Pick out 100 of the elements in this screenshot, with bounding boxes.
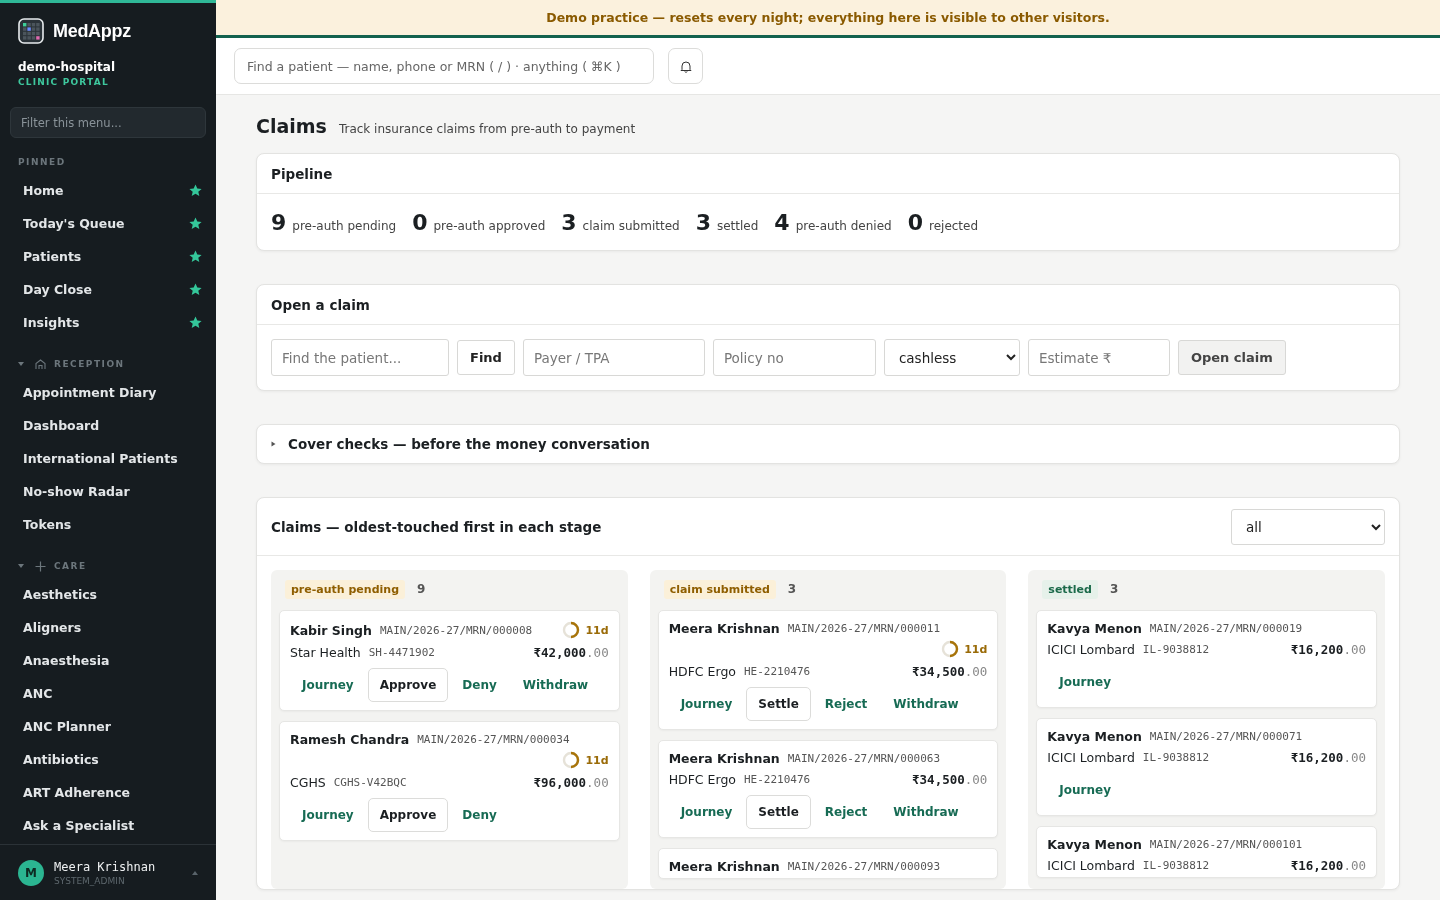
patient-name: Meera Krishnan [668, 859, 780, 874]
nav-item[interactable]: ANC Planner [10, 710, 208, 743]
nav-item[interactable]: Antibiotics [10, 743, 208, 776]
action-link[interactable]: Deny [450, 668, 509, 702]
search-field[interactable]: Find a patient — name, phone or MRN ( / ) · anything ( ⌘K ) [234, 48, 654, 84]
amount-decimals: .00 [1343, 642, 1366, 657]
amount-decimals: .00 [586, 645, 609, 660]
page-subtitle: Track insurance claims from pre-auth to payment [338, 122, 636, 136]
action-link[interactable]: Withdraw [881, 687, 971, 721]
open-claim-button[interactable]: Open claim [1177, 340, 1286, 375]
payer-name: HDFC Ergo [668, 664, 736, 679]
payer-name: ICICI Lombard [1047, 750, 1135, 765]
notifications-button[interactable] [668, 48, 703, 84]
stat-count: 0 [412, 210, 428, 235]
patient-name: Meera Krishnan [668, 751, 780, 766]
nav-item[interactable]: Today's Queue [10, 207, 208, 240]
nav-item[interactable]: Ask a Specialist [10, 809, 208, 842]
age-label: 11d [964, 642, 988, 656]
policy-field[interactable]: Policy no [712, 339, 876, 376]
stat-count: 4 [774, 210, 790, 235]
stage-filter-select[interactable]: all [1231, 508, 1385, 545]
cover-checks-panel[interactable]: Cover checks — before the money conversation [256, 424, 1400, 464]
filter-field[interactable]: Filter this menu... [10, 107, 206, 138]
action-button[interactable]: Approve [367, 798, 449, 832]
payer-field[interactable]: Payer / TPA [522, 339, 705, 376]
nav-item[interactable]: Aesthetics [10, 578, 208, 611]
nav-item[interactable]: No-show Radar [10, 475, 208, 508]
payer-name: Star Health [290, 645, 361, 660]
policy-number: CGHS-V42BQC [333, 776, 407, 789]
stage-count: 3 [787, 582, 797, 596]
mrn-number: MAIN/2026-27/MRN/000008 [379, 623, 533, 637]
claim-amount: ₹42,000 [533, 645, 587, 660]
action-button[interactable]: Settle [746, 687, 811, 721]
nav-item[interactable]: Anaesthesia [10, 644, 208, 677]
nav-item[interactable]: Aligners [10, 611, 208, 644]
demo-banner: Demo practice — resets every night; everything here is visible to other visitors. [216, 0, 1440, 38]
nav-item[interactable]: Tokens [10, 508, 208, 541]
nav-item[interactable]: Appointment Diary [10, 376, 208, 409]
panel-title: Claims — oldest-touched first in each stage [271, 518, 602, 535]
action-link[interactable]: Withdraw [881, 795, 971, 829]
aging-ring-icon [562, 621, 581, 639]
mode-select[interactable]: cashless [883, 339, 1020, 376]
action-button[interactable]: Approve [367, 668, 449, 702]
page-title: Claims [256, 115, 327, 137]
nav-item[interactable]: Day Close [10, 273, 208, 306]
stage-tag: pre-auth pending [285, 579, 405, 599]
action-link[interactable]: Deny [450, 798, 509, 832]
nav-item[interactable]: ANC [10, 677, 208, 710]
claim-amount: ₹16,200 [1290, 750, 1344, 765]
stat-label: pre-auth denied [795, 219, 892, 233]
nav-item[interactable]: Dashboard [10, 409, 208, 442]
stage-tag: settled [1042, 579, 1098, 599]
action-link[interactable]: Journey [668, 795, 745, 829]
panel-title: Open a claim [257, 285, 1399, 325]
action-button[interactable]: Settle [746, 795, 811, 829]
claim-amount: ₹16,200 [1290, 858, 1344, 873]
action-link[interactable]: Reject [812, 687, 880, 721]
mrn-number: MAIN/2026-27/MRN/000071 [1149, 730, 1303, 743]
section-heading: PINNED [18, 157, 66, 167]
action-link[interactable]: Journey [1047, 665, 1123, 699]
find-button[interactable]: Find [457, 340, 515, 375]
nav-item[interactable]: Patients [10, 240, 208, 273]
panel-title: Pipeline [257, 154, 1399, 194]
stage-count: 3 [1109, 582, 1119, 596]
stat-count: 9 [271, 210, 287, 235]
mrn-number: MAIN/2026-27/MRN/000101 [1149, 838, 1303, 851]
action-link[interactable]: Journey [290, 668, 366, 702]
payer-name: ICICI Lombard [1047, 858, 1135, 873]
action-link[interactable]: Journey [290, 798, 366, 832]
age-label: 11d [585, 623, 609, 637]
policy-number: HE-2210476 [744, 665, 811, 678]
action-link[interactable]: Journey [668, 687, 745, 721]
patient-field[interactable]: Find the patient... [271, 339, 449, 376]
nav-item[interactable]: ART Adherence [10, 776, 208, 809]
mrn-number: MAIN/2026-27/MRN/000063 [787, 752, 941, 765]
aging-ring-icon [941, 640, 960, 658]
action-link[interactable]: Withdraw [510, 668, 601, 702]
mrn-number: MAIN/2026-27/MRN/000019 [1149, 622, 1303, 635]
app-logo-icon [18, 18, 44, 44]
policy-number: IL-9038812 [1142, 751, 1210, 764]
patient-name: Meera Krishnan [668, 621, 780, 636]
stat-count: 3 [561, 210, 577, 235]
patient-name: Ramesh Chandra [290, 732, 410, 747]
claim-amount: ₹34,500 [912, 772, 965, 787]
nav-item[interactable]: Insights [10, 306, 208, 339]
patient-name: Kavya Menon [1047, 621, 1142, 636]
claim-amount: ₹96,000 [533, 775, 587, 790]
stat-label: claim submitted [582, 219, 680, 233]
portal-label: CLINIC PORTAL [17, 76, 110, 87]
claim-amount: ₹34,500 [912, 664, 965, 679]
amount-decimals: .00 [964, 664, 988, 679]
nav-item[interactable]: International Patients [10, 442, 208, 475]
action-link[interactable]: Reject [812, 795, 880, 829]
patient-name: Kavya Menon [1047, 837, 1142, 852]
action-link[interactable]: Journey [1047, 773, 1123, 807]
nav-item[interactable]: Home [10, 174, 208, 207]
bell-icon [679, 59, 692, 73]
estimate-field[interactable]: Estimate ₹ [1027, 339, 1170, 376]
payer-name: HDFC Ergo [668, 772, 736, 787]
brand-name: MedAppz [53, 20, 131, 42]
